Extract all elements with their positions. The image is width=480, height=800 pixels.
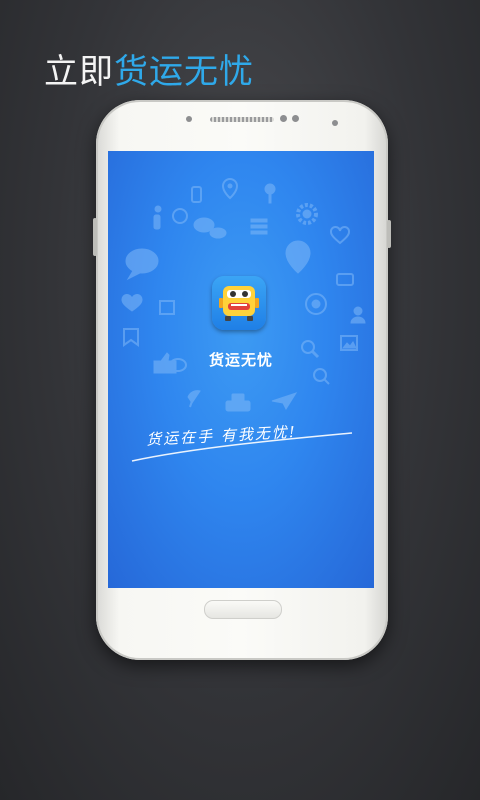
paper-plane-icon: [271, 392, 298, 411]
volume-button: [93, 218, 97, 256]
whatsapp-icon: [172, 208, 188, 224]
search-icon: [301, 340, 320, 359]
menu-icon: [250, 218, 268, 235]
speech-bubble-icon: [125, 248, 159, 281]
gear-icon: [296, 203, 318, 225]
light-sensor: [292, 115, 299, 122]
comment-icon: [305, 293, 327, 315]
app-logo-icon: [212, 276, 266, 330]
message-icon: [336, 273, 354, 286]
earpiece-speaker: [210, 117, 274, 122]
person-icon: [350, 306, 366, 324]
power-button: [387, 220, 391, 248]
pin-icon: [264, 183, 276, 204]
info-icon: [153, 205, 162, 230]
camera-lens: [332, 120, 338, 126]
image-icon: [159, 300, 175, 315]
bookmark-icon: [123, 328, 139, 347]
front-camera: [280, 115, 287, 122]
map-marker-icon: [285, 240, 311, 274]
satellite-icon: [187, 390, 201, 408]
heart-icon: [330, 225, 350, 245]
splash-screen[interactable]: 货运无忧 货运在手 有我无忧!: [108, 151, 374, 588]
zoom-in-icon: [313, 368, 330, 385]
app-name: 货运无忧: [208, 351, 273, 369]
heart-icon-left: [121, 293, 143, 312]
headline: 立即货运无忧: [44, 50, 254, 94]
proximity-sensor: [186, 116, 192, 122]
location-pin-icon: [221, 177, 239, 200]
taxi-icon: [225, 393, 251, 412]
headline-blue-text: 货运无忧: [114, 52, 254, 92]
headline-white-text: 立即: [44, 52, 114, 92]
image-icon-right: [340, 335, 358, 351]
phone-icon: [191, 186, 202, 203]
chat-bubbles-icon: [193, 217, 227, 239]
phone-frame: 货运无忧 货运在手 有我无忧!: [93, 100, 391, 660]
home-button[interactable]: [204, 600, 282, 619]
